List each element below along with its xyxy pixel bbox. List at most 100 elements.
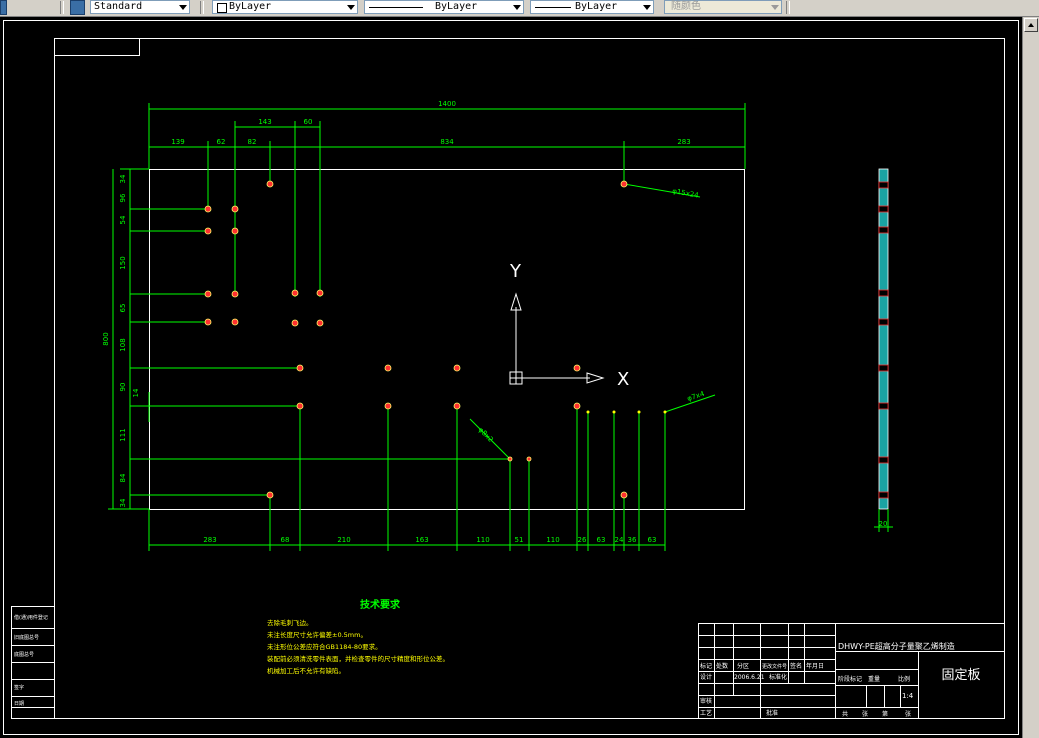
dim-label: 63 xyxy=(648,536,657,544)
dim-label: 139 xyxy=(171,138,184,146)
hole xyxy=(291,289,299,297)
plot-style-value: 随颜色 xyxy=(671,1,701,12)
chevron-down-icon xyxy=(347,5,355,10)
dim-label: 800 xyxy=(102,332,110,345)
hole xyxy=(296,402,304,410)
scale-value: 1:4 xyxy=(902,692,914,700)
dim-label: 34 xyxy=(119,174,127,183)
toolbar-separator xyxy=(60,1,64,14)
small-holes xyxy=(586,410,667,414)
color-swatch-icon xyxy=(217,3,227,13)
dim-label: 65 xyxy=(119,304,127,313)
hole-label: φ15x24 xyxy=(672,187,700,200)
dim-label: 110 xyxy=(476,536,489,544)
hole xyxy=(231,318,239,326)
hole-labels: φ15x24 φ7x4 φ8x2 xyxy=(477,187,706,444)
dim-label: 62 xyxy=(217,138,226,146)
side-label: 底图总号 xyxy=(14,651,34,658)
plot-style-dropdown[interactable]: 随颜色 xyxy=(664,0,782,14)
hole xyxy=(384,402,392,410)
dim-label: 90 xyxy=(119,383,127,392)
lineweight-dropdown[interactable]: ByLayer xyxy=(530,0,654,14)
vertical-scrollbar[interactable] xyxy=(1022,17,1039,738)
drawing-name: DHWY-PE超高分子量聚乙烯制造 xyxy=(838,641,955,651)
dim-label: 163 xyxy=(415,536,428,544)
drawing-canvas[interactable]: 1400 139 62 82 143 60 834 283 800 34 96 … xyxy=(0,17,1021,738)
hole xyxy=(526,456,532,462)
side-block-text: 借(通)用件登记 旧底图总号 底图总号 签字 日期 xyxy=(14,614,48,707)
note-line: 未注形位公差应符合GB1184-80要求。 xyxy=(267,642,382,651)
top-dimensions xyxy=(120,103,746,297)
note-line: 机械加工后不允许有缺陷。 xyxy=(267,666,345,675)
hole xyxy=(204,290,212,298)
standard-label: 标准化 xyxy=(769,673,787,681)
top-dimension-labels: 1400 139 62 82 143 60 834 283 xyxy=(171,100,690,146)
dim-label: 54 xyxy=(119,215,127,224)
text-style-icon[interactable] xyxy=(70,0,85,15)
rev-label: 分区 xyxy=(737,662,749,670)
rev-label: 年月日 xyxy=(806,662,824,670)
dim-label: 63 xyxy=(597,536,606,544)
note-line: 去除毛刺飞边。 xyxy=(267,618,313,627)
dim-label: 110 xyxy=(546,536,559,544)
side-label: 签字 xyxy=(14,684,24,691)
color-dropdown[interactable]: ByLayer xyxy=(212,0,358,14)
hole xyxy=(316,319,324,327)
ucs-icon xyxy=(509,292,605,385)
dim-label: 96 xyxy=(119,193,127,202)
sheet-label: 张 xyxy=(905,710,911,718)
hole xyxy=(453,364,461,372)
side-label: 借(通)用件登记 xyxy=(14,614,48,621)
hole xyxy=(204,227,212,235)
ucs-y-label: Y xyxy=(509,261,522,282)
hole xyxy=(231,205,239,213)
bottom-dimensions xyxy=(148,406,666,551)
ucs-labels: Y X xyxy=(509,261,629,390)
dim-label: 24 xyxy=(615,536,624,544)
title-block-text: DHWY-PE超高分子量聚乙烯制造 固定板 1:4 2006.6.21 标记 处… xyxy=(700,641,981,718)
color-value: ByLayer xyxy=(229,1,272,12)
hole xyxy=(266,180,274,188)
hole xyxy=(204,318,212,326)
process-label: 工艺 xyxy=(700,709,712,717)
hole xyxy=(573,364,581,372)
left-dimension-labels: 800 34 96 54 150 65 108 90 14 111 84 34 xyxy=(102,174,140,507)
toolbar-separator xyxy=(200,1,204,14)
note-line: 未注长度尺寸允许偏差±0.5mm。 xyxy=(267,630,367,639)
side-dim-label: 20 xyxy=(879,520,888,528)
design-label: 设计 xyxy=(700,673,712,681)
linetype-value: ByLayer xyxy=(435,1,478,12)
toolbar-separator xyxy=(786,1,790,14)
chevron-down-icon xyxy=(771,5,779,10)
technical-notes: 技术要求 去除毛刺飞边。 未注长度尺寸允许偏差±0.5mm。 未注形位公差应符合… xyxy=(267,598,449,675)
scale-label: 比例 xyxy=(898,675,910,683)
hole-leaders xyxy=(469,183,716,460)
lineweight-value: ByLayer xyxy=(575,1,618,12)
date-value: 2006.6.21 xyxy=(734,674,765,681)
hole xyxy=(231,290,239,298)
linetype-sample xyxy=(369,7,423,8)
dim-label: 14 xyxy=(132,388,140,397)
sheet-label: 张 xyxy=(862,710,868,718)
dim-label: 108 xyxy=(119,338,127,351)
chevron-down-icon xyxy=(179,5,187,10)
approve-label: 批准 xyxy=(766,709,778,717)
dim-label: 82 xyxy=(248,138,257,146)
side-label: 旧底图总号 xyxy=(14,634,39,641)
scroll-up-button[interactable] xyxy=(1024,18,1038,32)
dim-label: 143 xyxy=(258,118,271,126)
text-style-dropdown[interactable]: Standard xyxy=(90,0,190,14)
dim-label: 283 xyxy=(677,138,690,146)
sheet-label: 第 xyxy=(882,710,888,718)
dim-label: 1400 xyxy=(438,100,456,108)
dim-label: 51 xyxy=(515,536,524,544)
linetype-dropdown[interactable]: ByLayer xyxy=(364,0,524,14)
rev-label: 签名 xyxy=(790,662,802,670)
layer-icon[interactable] xyxy=(0,0,7,15)
hole xyxy=(316,289,324,297)
weight-label: 重量 xyxy=(868,675,880,683)
dim-label: 84 xyxy=(119,473,127,482)
hole xyxy=(291,319,299,327)
hole xyxy=(620,491,628,499)
hole xyxy=(620,180,628,188)
